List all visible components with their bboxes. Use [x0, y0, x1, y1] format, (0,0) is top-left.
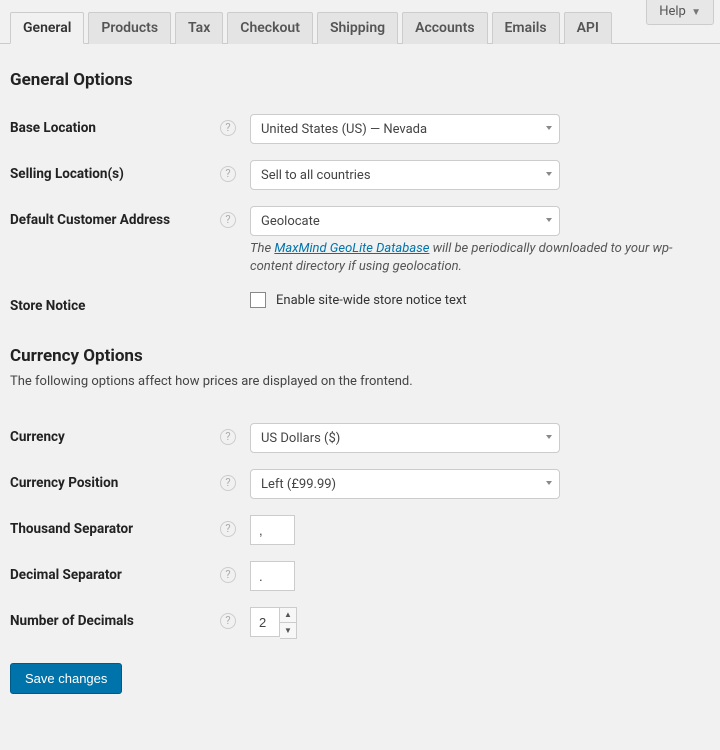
- currency-options-heading: Currency Options: [10, 346, 710, 366]
- chevron-down-icon: [546, 172, 552, 176]
- currency-value: US Dollars ($): [250, 423, 560, 453]
- decimal-separator-input[interactable]: [250, 561, 295, 591]
- maxmind-geolite-link[interactable]: MaxMind GeoLite Database: [274, 241, 429, 256]
- number-of-decimals-label: Number of Decimals: [10, 607, 220, 629]
- field-default-customer-address: Default Customer Address ? Geolocate The…: [10, 190, 710, 276]
- field-selling-locations: Selling Location(s) ? Sell to all countr…: [10, 144, 710, 190]
- settings-tabbar: GeneralProductsTaxCheckoutShippingAccoun…: [0, 12, 720, 44]
- help-icon[interactable]: ?: [220, 475, 236, 491]
- tab-tax[interactable]: Tax: [175, 12, 223, 44]
- selling-locations-select[interactable]: Sell to all countries: [250, 160, 560, 190]
- chevron-down-icon: [546, 126, 552, 130]
- spinner-up-button[interactable]: ▲: [280, 608, 296, 623]
- tab-api[interactable]: API: [564, 12, 612, 44]
- help-icon[interactable]: ?: [220, 567, 236, 583]
- field-currency: Currency ? US Dollars ($): [10, 407, 710, 453]
- help-icon[interactable]: ?: [220, 521, 236, 537]
- default-customer-address-select[interactable]: Geolocate: [250, 206, 560, 236]
- currency-position-select[interactable]: Left (£99.99): [250, 469, 560, 499]
- store-notice-label: Store Notice: [10, 292, 220, 314]
- field-base-location: Base Location ? United States (US) — Nev…: [10, 98, 710, 144]
- tab-shipping[interactable]: Shipping: [317, 12, 398, 44]
- chevron-down-icon: [546, 218, 552, 222]
- base-location-value: United States (US) — Nevada: [250, 114, 560, 144]
- tab-accounts[interactable]: Accounts: [402, 12, 487, 44]
- field-number-of-decimals: Number of Decimals ? ▲ ▼: [10, 591, 710, 639]
- base-location-label: Base Location: [10, 114, 220, 136]
- help-icon[interactable]: ?: [220, 212, 236, 228]
- help-icon[interactable]: ?: [220, 166, 236, 182]
- chevron-down-icon: [546, 435, 552, 439]
- tab-checkout[interactable]: Checkout: [227, 12, 313, 44]
- decimal-separator-label: Decimal Separator: [10, 561, 220, 583]
- tab-general[interactable]: General: [10, 12, 84, 44]
- spinner-down-button[interactable]: ▼: [280, 623, 296, 638]
- geolocation-description: The MaxMind GeoLite Database will be per…: [250, 240, 702, 276]
- save-changes-button[interactable]: Save changes: [10, 663, 122, 694]
- field-store-notice: Store Notice Enable site-wide store noti…: [10, 276, 710, 314]
- default-customer-address-label: Default Customer Address: [10, 206, 220, 228]
- thousand-separator-label: Thousand Separator: [10, 515, 220, 537]
- chevron-down-icon: [546, 481, 552, 485]
- currency-select[interactable]: US Dollars ($): [250, 423, 560, 453]
- settings-content: General Options Base Location ? United S…: [0, 44, 720, 714]
- tab-emails[interactable]: Emails: [492, 12, 560, 44]
- thousand-separator-input[interactable]: [250, 515, 295, 545]
- field-currency-position: Currency Position ? Left (£99.99): [10, 453, 710, 499]
- number-of-decimals-input[interactable]: [250, 607, 280, 637]
- selling-locations-value: Sell to all countries: [250, 160, 560, 190]
- store-notice-checkbox[interactable]: [250, 292, 266, 308]
- currency-label: Currency: [10, 423, 220, 445]
- help-icon[interactable]: ?: [220, 429, 236, 445]
- store-notice-checkbox-label[interactable]: Enable site-wide store notice text: [276, 293, 467, 308]
- base-location-select[interactable]: United States (US) — Nevada: [250, 114, 560, 144]
- currency-position-value: Left (£99.99): [250, 469, 560, 499]
- tab-products[interactable]: Products: [88, 12, 171, 44]
- general-options-heading: General Options: [10, 70, 710, 90]
- help-icon[interactable]: ?: [220, 613, 236, 629]
- selling-locations-label: Selling Location(s): [10, 160, 220, 182]
- default-customer-address-value: Geolocate: [250, 206, 560, 236]
- help-icon[interactable]: ?: [220, 120, 236, 136]
- number-spinner: ▲ ▼: [280, 607, 297, 639]
- currency-position-label: Currency Position: [10, 469, 220, 491]
- field-thousand-separator: Thousand Separator ?: [10, 499, 710, 545]
- field-decimal-separator: Decimal Separator ?: [10, 545, 710, 591]
- currency-options-description: The following options affect how prices …: [10, 374, 710, 389]
